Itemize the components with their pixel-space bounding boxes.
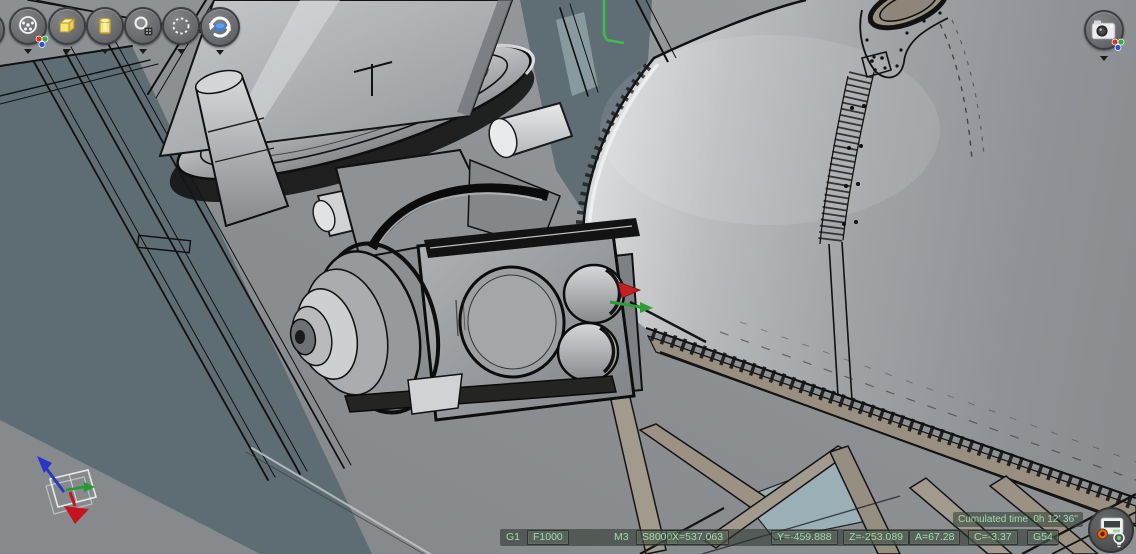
magnifier-icon (131, 14, 155, 38)
cylinder-stock-icon (94, 15, 116, 37)
stock-view-button[interactable] (86, 7, 124, 45)
status-a-axis: A=67.28 (909, 530, 960, 545)
work-light-button[interactable] (1111, 531, 1127, 551)
stock-view-dropdown[interactable] (101, 49, 109, 54)
status-gcode: G1 (506, 529, 520, 546)
cumulated-time-label: Cumulated time (958, 512, 1028, 527)
scene-3d[interactable] (0, 0, 1136, 554)
orbit-sphere-icon (16, 14, 40, 38)
solid-view-button[interactable] (48, 7, 86, 45)
solid-view-dropdown[interactable] (63, 49, 71, 54)
simulation-refresh-button[interactable] (200, 7, 240, 47)
status-feed-rate: F1000 (527, 530, 569, 545)
simulation-viewport[interactable]: G1 F1000 M3 S8000 X=537.063 Y=-459.888 Z… (0, 0, 1136, 554)
status-work-offset: G54 (1027, 530, 1059, 545)
orbit-view-dropdown[interactable] (24, 49, 32, 54)
selection-tool-dropdown[interactable] (177, 49, 185, 54)
view-capture-dropdown[interactable] (1100, 56, 1108, 61)
cumulated-time-panel: Cumulated time 0h 12' 36'' (953, 512, 1083, 527)
dashed-circle-icon (169, 14, 193, 38)
status-x-position: X=537.063 (666, 530, 729, 545)
lamp-icon (1111, 531, 1127, 551)
status-z-position: Z=-253.089 (843, 530, 909, 545)
circular-arrows-icon (206, 13, 234, 41)
zoom-tool-dropdown[interactable] (139, 49, 147, 54)
status-c-axis: C=-3.37 (968, 530, 1018, 545)
nc-status-bar: G1 F1000 M3 S8000 X=537.063 Y=-459.888 Z… (500, 529, 1058, 546)
orbit-view-button[interactable] (9, 7, 47, 45)
status-y-position: Y=-459.888 (771, 530, 838, 545)
view-capture-button[interactable] (1084, 10, 1124, 50)
zoom-tool-button[interactable] (124, 7, 162, 45)
cumulated-time-value: 0h 12' 36'' (1033, 512, 1078, 527)
selection-tool-button[interactable] (162, 7, 200, 45)
status-spindle-mode: M3 (614, 529, 629, 546)
simulation-refresh-dropdown[interactable] (216, 50, 224, 55)
camera-icon (1089, 17, 1119, 43)
cube-icon (56, 15, 78, 37)
